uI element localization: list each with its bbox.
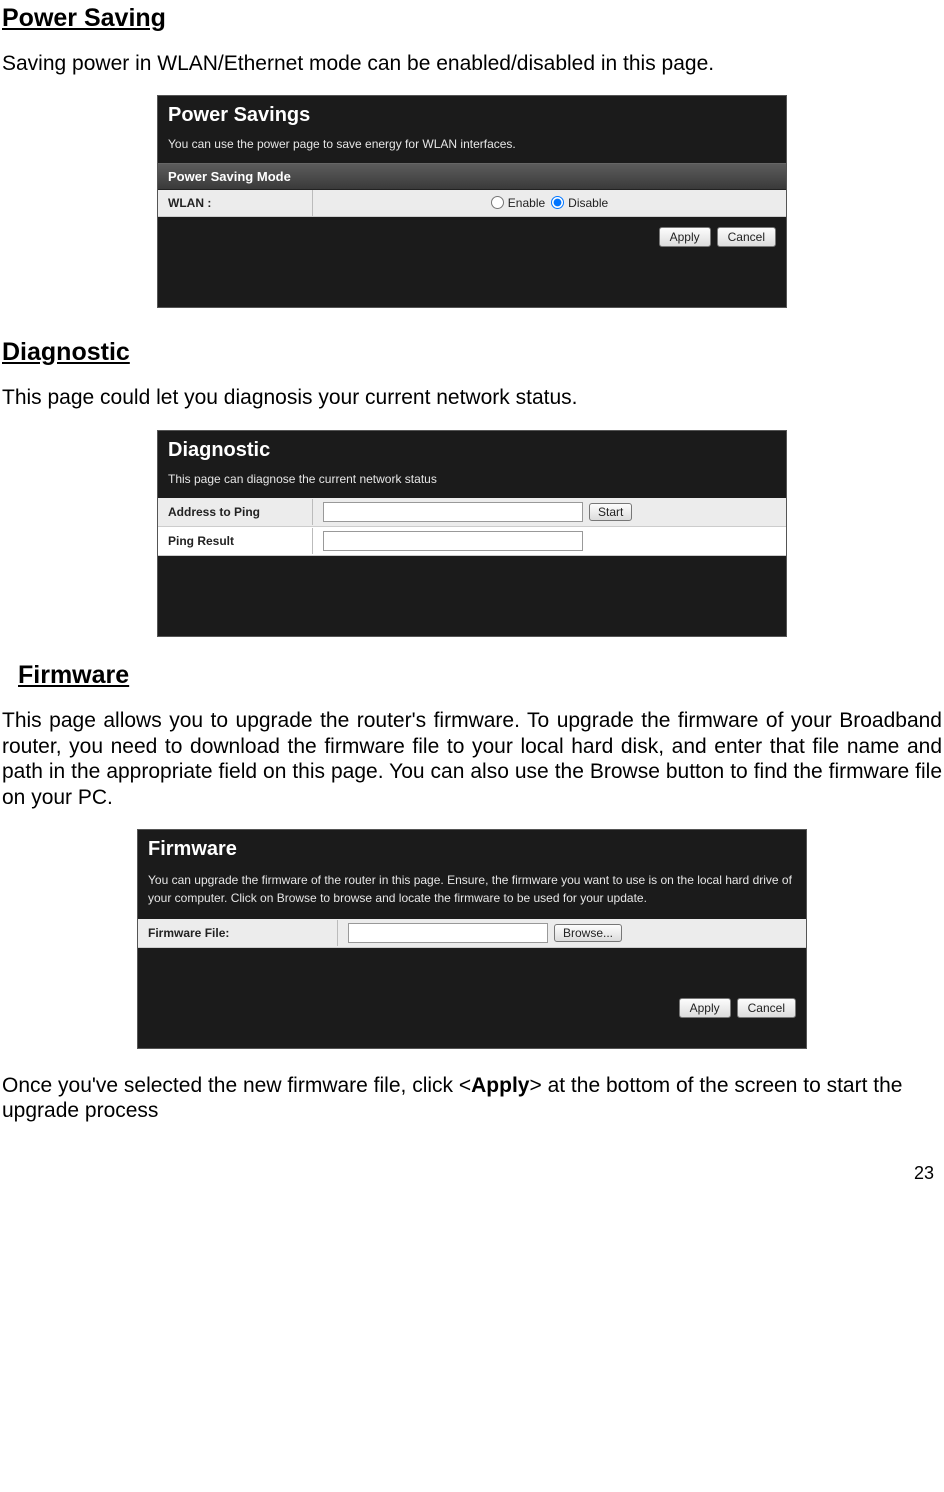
firmware-file-label: Firmware File:: [138, 920, 338, 946]
panel-desc: You can upgrade the firmware of the rout…: [148, 861, 796, 915]
panel-title: Firmware: [148, 838, 796, 861]
outro-pre: Once you've selected the new firmware fi…: [2, 1074, 471, 1097]
enable-radio[interactable]: Enable: [491, 196, 545, 210]
intro-firmware: This page allows you to upgrade the rout…: [2, 708, 942, 810]
section-title-power-saving: Power Saving: [2, 4, 944, 33]
page-number: 23: [914, 1163, 934, 1184]
cancel-button[interactable]: Cancel: [737, 998, 796, 1018]
panel-title: Diagnostic: [168, 439, 776, 462]
browse-button[interactable]: Browse...: [554, 924, 622, 942]
ping-result-label: Ping Result: [158, 528, 313, 554]
apply-button[interactable]: Apply: [659, 227, 711, 247]
panel-desc: This page can diagnose the current netwo…: [168, 462, 776, 494]
intro-diagnostic: This page could let you diagnosis your c…: [2, 385, 942, 411]
section-title-firmware: Firmware: [18, 661, 944, 690]
outro-bold: Apply: [471, 1074, 529, 1097]
firmware-file-input[interactable]: [348, 923, 548, 943]
ping-result-input[interactable]: [323, 531, 583, 551]
outro-firmware: Once you've selected the new firmware fi…: [2, 1073, 942, 1124]
apply-button[interactable]: Apply: [679, 998, 731, 1018]
disable-radio-label: Disable: [568, 196, 608, 210]
firmware-panel: Firmware You can upgrade the firmware of…: [137, 829, 807, 1049]
panel-desc: You can use the power page to save energ…: [168, 127, 776, 159]
wlan-label: WLAN :: [158, 190, 313, 216]
diagnostic-footer: [158, 556, 786, 636]
disable-radio[interactable]: Disable: [551, 196, 608, 210]
intro-power-saving: Saving power in WLAN/Ethernet mode can b…: [2, 51, 942, 77]
panel-title: Power Savings: [168, 104, 776, 127]
address-to-ping-label: Address to Ping: [158, 499, 313, 525]
start-button[interactable]: Start: [589, 503, 632, 521]
power-savings-panel: Power Savings You can use the power page…: [157, 95, 787, 308]
power-saving-mode-bar: Power Saving Mode: [158, 163, 786, 190]
cancel-button[interactable]: Cancel: [717, 227, 776, 247]
disable-radio-input[interactable]: [551, 196, 564, 209]
enable-radio-input[interactable]: [491, 196, 504, 209]
address-to-ping-input[interactable]: [323, 502, 583, 522]
diagnostic-panel: Diagnostic This page can diagnose the cu…: [157, 430, 787, 637]
enable-radio-label: Enable: [508, 196, 545, 210]
section-title-diagnostic: Diagnostic: [2, 338, 944, 367]
